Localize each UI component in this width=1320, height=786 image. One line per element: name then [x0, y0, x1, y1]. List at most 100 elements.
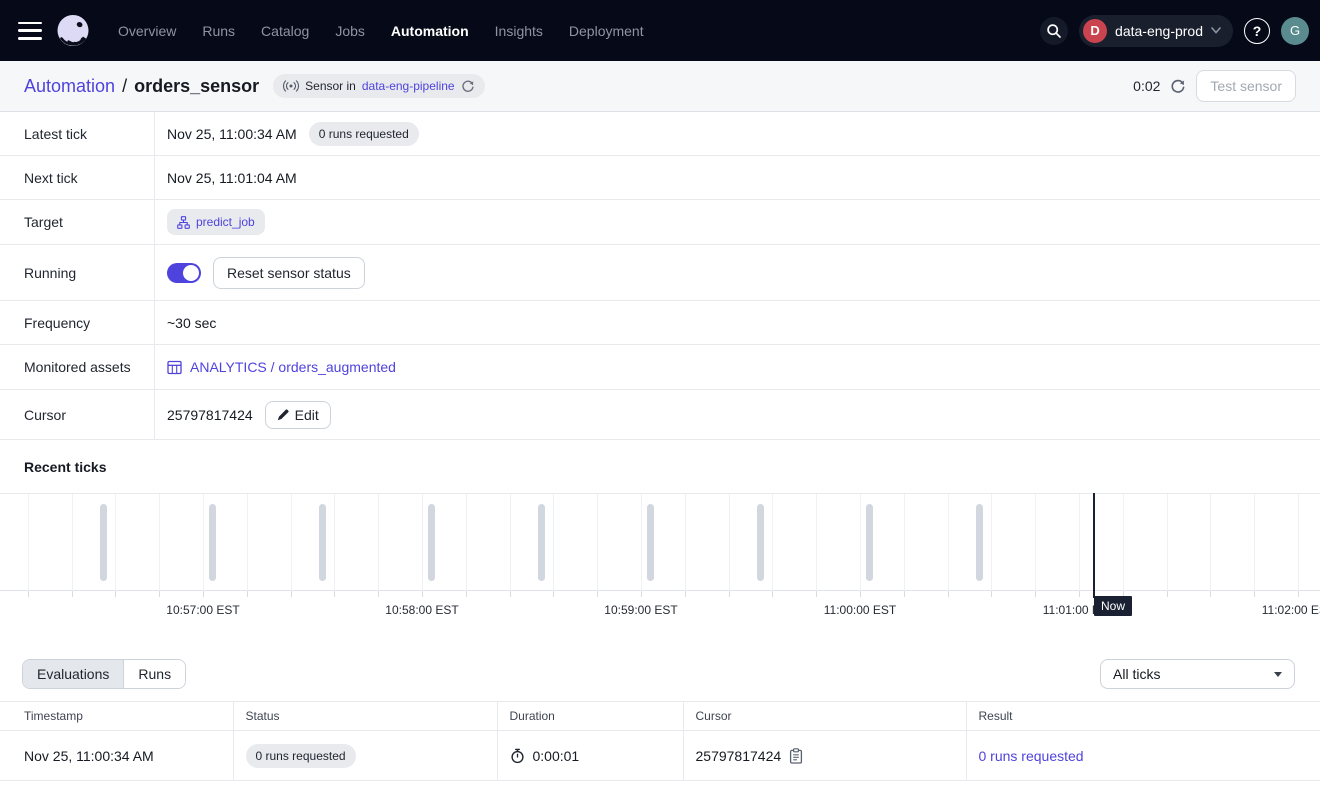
timeline-gridline — [1079, 494, 1080, 592]
result-link[interactable]: 0 runs requested — [979, 748, 1084, 764]
nav-item-automation[interactable]: Automation — [391, 23, 469, 39]
nav-item-runs[interactable]: Runs — [202, 23, 235, 39]
cursor-row: Cursor 25797817424 Edit — [0, 390, 1320, 440]
status-badge: 0 runs requested — [246, 744, 356, 768]
sensor-tick-bar[interactable] — [428, 504, 435, 581]
monitored-asset-link[interactable]: ANALYTICS / orders_augmented — [167, 359, 396, 375]
sensor-tick-bar[interactable] — [538, 504, 545, 581]
copy-clipboard-icon[interactable] — [789, 748, 803, 764]
timeline-gridline — [729, 494, 730, 592]
sensor-tick-bar[interactable] — [976, 504, 983, 581]
top-nav: Overview Runs Catalog Jobs Automation In… — [0, 0, 1320, 61]
sensor-tick-bar[interactable] — [757, 504, 764, 581]
nav-item-deployment[interactable]: Deployment — [569, 23, 644, 39]
nav-item-catalog[interactable]: Catalog — [261, 23, 309, 39]
recent-ticks-title: Recent ticks — [0, 440, 1320, 493]
axis-tick-mark — [72, 591, 73, 597]
deployment-switcher[interactable]: D data-eng-prod — [1079, 15, 1233, 47]
dagster-logo-icon[interactable] — [54, 12, 92, 50]
axis-tick-mark — [291, 591, 292, 597]
cell-cursor: 25797817424 — [683, 731, 966, 781]
evaluations-controls: Evaluations Runs All ticks — [0, 659, 1320, 689]
nav-item-overview[interactable]: Overview — [118, 23, 176, 39]
toggle-knob — [183, 265, 199, 281]
timeline-gridline — [948, 494, 949, 592]
sensor-details: Latest tick Nov 25, 11:00:34 AM 0 runs r… — [0, 112, 1320, 440]
tab-runs[interactable]: Runs — [124, 660, 185, 688]
next-tick-label: Next tick — [0, 156, 155, 199]
timeline-gridline — [422, 494, 423, 592]
page-title: orders_sensor — [134, 76, 259, 97]
cell-duration: 0:00:01 — [497, 731, 683, 781]
timeline-gridline — [597, 494, 598, 592]
code-location-link[interactable]: data-eng-pipeline — [362, 79, 455, 93]
deployment-name: data-eng-prod — [1115, 23, 1203, 39]
menu-icon[interactable] — [18, 22, 42, 40]
axis-tick-mark — [553, 591, 554, 597]
table-row: Nov 25, 11:00:34 AM 0 runs requested 0:0… — [0, 731, 1320, 781]
sensor-tick-bar[interactable] — [866, 504, 873, 581]
sensor-badge: Sensor in data-eng-pipeline — [273, 74, 484, 98]
tick-filter-select[interactable]: All ticks — [1100, 659, 1295, 689]
target-job-tag[interactable]: predict_job — [167, 209, 265, 235]
axis-tick-mark — [1298, 591, 1299, 597]
axis-tick-mark — [247, 591, 248, 597]
timeline-plot — [0, 493, 1320, 591]
deployment-badge: D — [1083, 19, 1107, 43]
tick-history-tabs: Evaluations Runs — [22, 659, 186, 689]
axis-tick-mark — [1210, 591, 1211, 597]
evaluations-table: Timestamp Status Duration Cursor Result … — [0, 701, 1320, 781]
refresh-icon[interactable] — [1170, 78, 1186, 94]
axis-tick-mark — [334, 591, 335, 597]
axis-tick-mark — [597, 591, 598, 597]
tab-evaluations[interactable]: Evaluations — [23, 660, 124, 688]
timeline-gridline — [685, 494, 686, 592]
axis-tick-mark — [860, 591, 861, 597]
axis-tick-mark — [466, 591, 467, 597]
tick-filter-value: All ticks — [1113, 666, 1160, 682]
user-avatar[interactable]: G — [1281, 17, 1309, 45]
monitored-asset-path[interactable]: ANALYTICS / orders_augmented — [190, 359, 396, 375]
running-label: Running — [0, 245, 155, 300]
target-job-link[interactable]: predict_job — [196, 215, 255, 229]
breadcrumb-automation[interactable]: Automation — [24, 76, 115, 97]
axis-time-label: 10:58:00 EST — [385, 603, 458, 617]
select-caret-icon — [1274, 672, 1282, 677]
sensor-tick-bar[interactable] — [209, 504, 216, 581]
nav-item-jobs[interactable]: Jobs — [335, 23, 365, 39]
search-button[interactable] — [1040, 17, 1068, 45]
timeline-gridline — [466, 494, 467, 592]
reset-sensor-status-button[interactable]: Reset sensor status — [213, 257, 365, 289]
monitored-assets-label: Monitored assets — [0, 345, 155, 389]
timeline-gridline — [378, 494, 379, 592]
test-sensor-button[interactable]: Test sensor — [1196, 70, 1296, 102]
stopwatch-icon — [510, 748, 525, 764]
sync-icon[interactable] — [461, 79, 475, 93]
sensor-tick-bar[interactable] — [100, 504, 107, 581]
timeline-gridline — [860, 494, 861, 592]
breadcrumb-separator: / — [122, 76, 127, 97]
timeline-gridline — [641, 494, 642, 592]
cursor-label: Cursor — [0, 390, 155, 439]
axis-time-label: 11:00:00 EST — [824, 603, 897, 617]
axis-tick-mark — [159, 591, 160, 597]
timeline-gridline — [159, 494, 160, 592]
chevron-down-icon — [1211, 27, 1221, 34]
running-toggle[interactable] — [167, 263, 201, 283]
axis-tick-mark — [948, 591, 949, 597]
timeline-gridline — [510, 494, 511, 592]
axis-tick-mark — [772, 591, 773, 597]
col-timestamp: Timestamp — [0, 702, 233, 731]
nav-item-insights[interactable]: Insights — [495, 23, 543, 39]
axis-time-label: 10:57:00 EST — [166, 603, 239, 617]
help-icon[interactable]: ? — [1244, 18, 1270, 44]
sensor-tick-bar[interactable] — [647, 504, 654, 581]
running-row: Running Reset sensor status — [0, 245, 1320, 301]
timeline-gridline — [816, 494, 817, 592]
edit-cursor-button[interactable]: Edit — [265, 401, 331, 429]
recent-ticks-timeline: 10:57:00 EST10:58:00 EST10:59:00 EST11:0… — [0, 493, 1320, 620]
timeline-gridline — [1167, 494, 1168, 592]
timeline-gridline — [1123, 494, 1124, 592]
sensor-tick-bar[interactable] — [319, 504, 326, 581]
timeline-gridline — [1298, 494, 1299, 592]
